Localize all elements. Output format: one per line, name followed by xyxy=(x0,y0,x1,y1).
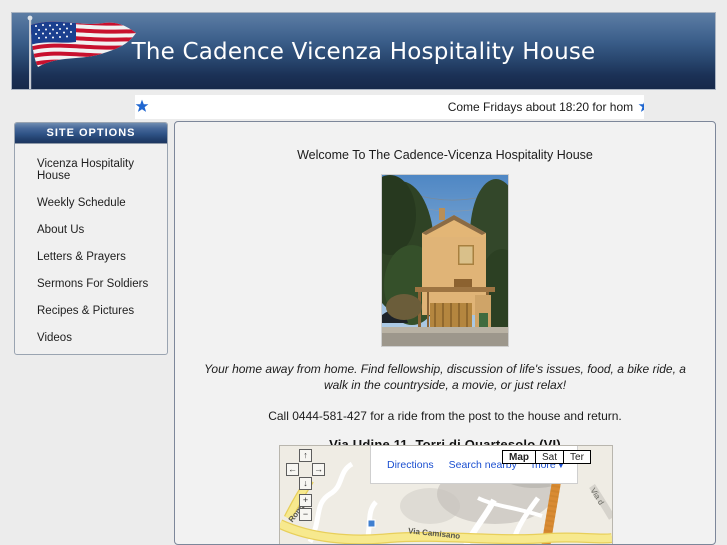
page-title: The Cadence Vicenza Hospitality House xyxy=(131,39,596,65)
map-pan-left-button[interactable]: ← xyxy=(286,463,299,476)
map-zoom-in-button[interactable]: + xyxy=(299,494,312,507)
sidebar-item-about-us[interactable]: About Us xyxy=(15,224,167,236)
welcome-heading: Welcome To The Cadence-Vicenza Hospitali… xyxy=(297,148,593,162)
map-type-map-button[interactable]: Map xyxy=(502,450,535,464)
map-type-terrain-button[interactable]: Ter xyxy=(563,450,591,464)
map-pan-zoom-controls[interactable]: ↑ ← → ↓ + − xyxy=(286,449,326,535)
sidebar-menu: Vicenza Hospitality House Weekly Schedul… xyxy=(15,144,167,354)
map-directions-link[interactable]: Directions xyxy=(387,459,434,471)
map-pan-right-button[interactable]: → xyxy=(312,463,325,476)
sidebar-item-letters-and-prayers[interactable]: Letters & Prayers xyxy=(15,251,167,263)
main-content-panel: Welcome To The Cadence-Vicenza Hospitali… xyxy=(174,121,716,545)
sidebar-item-vicenza-hospitality-house[interactable]: Vicenza Hospitality House xyxy=(15,158,167,182)
site-banner: The Cadence Vicenza Hospitality House xyxy=(11,12,716,90)
blue-star-icon xyxy=(135,97,149,112)
marquee-text: Come Fridays about 18:20 for hom xyxy=(447,100,634,114)
news-marquee: Come Fridays about 18:20 for hom xyxy=(135,95,644,119)
tagline-text: Your home away from home. Find fellowshi… xyxy=(204,362,686,392)
sidebar: SITE OPTIONS Vicenza Hospitality House W… xyxy=(14,122,168,355)
map-pan-down-button[interactable]: ↓ xyxy=(299,477,312,490)
map-type-satellite-button[interactable]: Sat xyxy=(535,450,564,464)
blue-star-icon-end xyxy=(638,97,644,112)
map-type-switcher[interactable]: Map Sat Ter xyxy=(502,450,591,464)
hospitality-house-photo xyxy=(381,174,509,347)
google-map[interactable]: Roma Via Camisano Via d ↑ ← → ↓ + − Dire… xyxy=(279,445,613,544)
map-pan-up-button[interactable]: ↑ xyxy=(299,449,312,462)
map-zoom-out-button[interactable]: − xyxy=(299,508,312,521)
call-info-text: Call 0444-581-427 for a ride from the po… xyxy=(268,409,622,423)
sidebar-item-videos[interactable]: Videos xyxy=(15,332,167,344)
marquee-content: Come Fridays about 18:20 for hom xyxy=(135,95,644,119)
sidebar-item-sermons-for-soldiers[interactable]: Sermons For Soldiers xyxy=(15,278,167,290)
sidebar-item-recipes-and-pictures[interactable]: Recipes & Pictures xyxy=(15,305,167,317)
sidebar-header: SITE OPTIONS xyxy=(15,123,167,144)
sidebar-item-weekly-schedule[interactable]: Weekly Schedule xyxy=(15,197,167,209)
